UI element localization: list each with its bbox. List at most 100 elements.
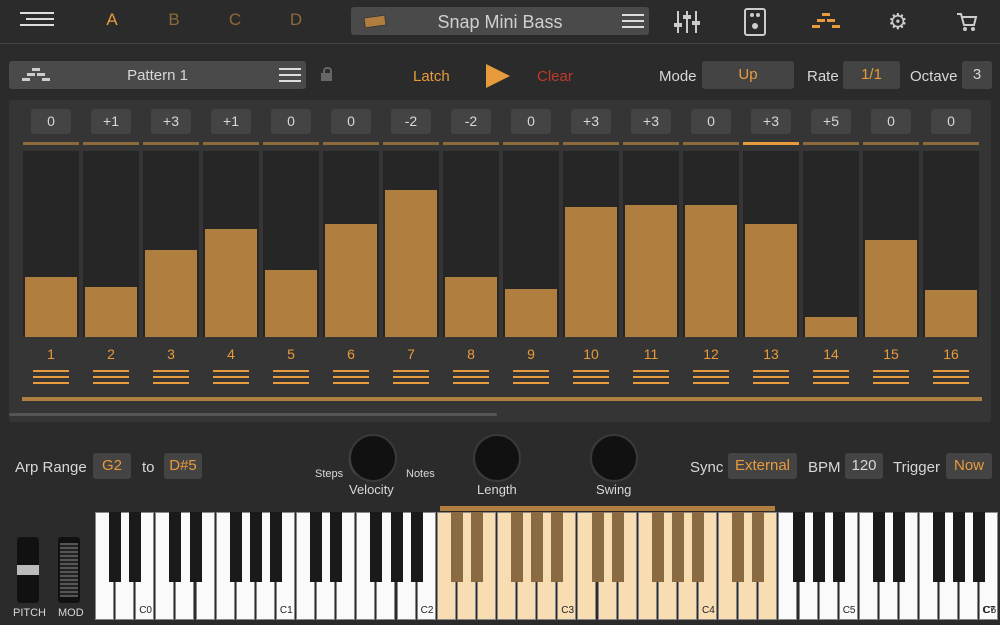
step-bar[interactable]	[325, 224, 377, 337]
step-options-icon[interactable]	[633, 370, 669, 384]
latch-button[interactable]: Latch	[413, 68, 450, 85]
black-key[interactable]	[832, 512, 845, 582]
step-column[interactable]	[503, 151, 559, 337]
mode-selector[interactable]: Up	[702, 61, 794, 89]
step-offset[interactable]: +3	[751, 109, 791, 134]
step-offset[interactable]: 0	[871, 109, 911, 134]
clear-button[interactable]: Clear	[537, 68, 573, 85]
black-key[interactable]	[933, 512, 946, 582]
black-key[interactable]	[792, 512, 805, 582]
black-key[interactable]	[511, 512, 524, 582]
step-bar[interactable]	[85, 287, 137, 337]
step-column[interactable]	[263, 151, 319, 337]
black-key[interactable]	[752, 512, 765, 582]
black-key[interactable]	[109, 512, 122, 582]
step-bar[interactable]	[145, 250, 197, 337]
step-offset[interactable]: -2	[451, 109, 491, 134]
bpm-field[interactable]: 120	[845, 453, 883, 479]
step-options-icon[interactable]	[333, 370, 369, 384]
black-key[interactable]	[551, 512, 564, 582]
step-options-icon[interactable]	[153, 370, 189, 384]
step-column[interactable]	[563, 151, 619, 337]
pitch-wheel[interactable]	[17, 537, 39, 603]
step-options-icon[interactable]	[753, 370, 789, 384]
rate-selector[interactable]: 1/1	[843, 61, 900, 89]
step-options-icon[interactable]	[213, 370, 249, 384]
black-key[interactable]	[269, 512, 282, 582]
black-key[interactable]	[370, 512, 383, 582]
black-key[interactable]	[470, 512, 483, 582]
step-offset[interactable]: +3	[631, 109, 671, 134]
black-key[interactable]	[732, 512, 745, 582]
step-bar[interactable]	[205, 229, 257, 337]
step-column[interactable]	[923, 151, 979, 337]
slot-b-button[interactable]: B	[162, 10, 186, 30]
arpeggiator-icon[interactable]	[811, 12, 841, 30]
step-bar[interactable]	[745, 224, 797, 337]
horizontal-scrollbar[interactable]	[9, 413, 497, 416]
step-offset[interactable]: +1	[91, 109, 131, 134]
step-column[interactable]	[323, 151, 379, 337]
step-offset[interactable]: -2	[391, 109, 431, 134]
step-options-icon[interactable]	[813, 370, 849, 384]
piano-keyboard[interactable]: C0 C1 C2 C3 C4 C5 C6 C7	[95, 512, 999, 622]
black-key[interactable]	[189, 512, 202, 582]
step-offset[interactable]: +3	[151, 109, 191, 134]
mod-wheel[interactable]	[58, 537, 80, 603]
black-key[interactable]	[692, 512, 704, 582]
step-column[interactable]	[623, 151, 679, 337]
step-bar[interactable]	[685, 205, 737, 337]
step-column[interactable]	[743, 151, 799, 337]
mixer-icon[interactable]	[673, 9, 701, 35]
step-bar[interactable]	[865, 240, 917, 337]
velocity-knob[interactable]	[348, 434, 397, 482]
black-key[interactable]	[812, 512, 825, 582]
preset-menu-icon[interactable]	[622, 14, 644, 28]
store-cart-icon[interactable]	[956, 12, 978, 32]
step-bar[interactable]	[385, 190, 437, 337]
swing-knob[interactable]	[590, 434, 638, 482]
step-bar[interactable]	[25, 277, 77, 337]
black-key[interactable]	[651, 512, 664, 582]
length-knob[interactable]	[473, 434, 521, 482]
black-key[interactable]	[611, 512, 624, 582]
black-key[interactable]	[893, 512, 905, 582]
black-key[interactable]	[229, 512, 242, 582]
settings-gear-icon[interactable]: ⚙	[888, 9, 908, 35]
arp-range-from[interactable]: G2	[93, 453, 131, 479]
black-key[interactable]	[310, 512, 323, 582]
preset-selector[interactable]: Snap Mini Bass	[351, 7, 649, 35]
step-options-icon[interactable]	[513, 370, 549, 384]
black-key[interactable]	[671, 512, 684, 582]
black-key[interactable]	[450, 512, 463, 582]
step-column[interactable]	[383, 151, 439, 337]
black-key[interactable]	[410, 512, 423, 582]
step-options-icon[interactable]	[573, 370, 609, 384]
effects-pedal-icon[interactable]	[744, 8, 766, 36]
step-options-icon[interactable]	[393, 370, 429, 384]
step-offset[interactable]: +5	[811, 109, 851, 134]
step-options-icon[interactable]	[873, 370, 909, 384]
step-bar[interactable]	[505, 289, 557, 337]
step-options-icon[interactable]	[93, 370, 129, 384]
step-options-icon[interactable]	[693, 370, 729, 384]
black-key[interactable]	[953, 512, 966, 582]
step-options-icon[interactable]	[33, 370, 69, 384]
black-key[interactable]	[330, 512, 343, 582]
step-column[interactable]	[443, 151, 499, 337]
lock-icon[interactable]	[321, 67, 332, 81]
step-offset[interactable]: +1	[211, 109, 251, 134]
step-column[interactable]	[83, 151, 139, 337]
step-offset[interactable]: 0	[931, 109, 971, 134]
black-key[interactable]	[169, 512, 182, 582]
main-menu-icon[interactable]	[20, 12, 54, 26]
arp-range-to[interactable]: D#5	[164, 453, 202, 479]
step-column[interactable]	[203, 151, 259, 337]
black-key[interactable]	[129, 512, 142, 582]
black-key[interactable]	[249, 512, 262, 582]
step-bar[interactable]	[925, 290, 977, 337]
pattern-menu-icon[interactable]	[279, 68, 301, 82]
step-bar[interactable]	[265, 270, 317, 337]
slot-d-button[interactable]: D	[284, 10, 308, 30]
slot-c-button[interactable]: C	[223, 10, 247, 30]
